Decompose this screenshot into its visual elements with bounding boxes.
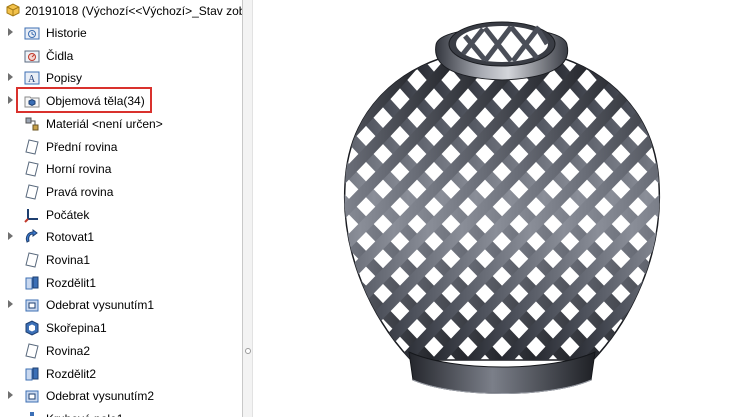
tree-item-label: Odebrat vysunutím2 bbox=[46, 389, 154, 403]
plane-icon bbox=[24, 252, 40, 268]
graphics-area[interactable] bbox=[253, 0, 750, 417]
tree-item-label: Rozdělit1 bbox=[46, 276, 96, 290]
tree-item[interactable]: Skořepina1 bbox=[0, 317, 242, 339]
tree-item-label: Přední rovina bbox=[46, 140, 117, 154]
tree-item-label: Skořepina1 bbox=[46, 321, 107, 335]
highlight-box bbox=[16, 87, 152, 113]
revolve-icon bbox=[24, 229, 40, 245]
tree-item-label: Rozdělit2 bbox=[46, 367, 96, 381]
plane-icon bbox=[24, 343, 40, 359]
plane-icon bbox=[24, 139, 40, 155]
expand-arrow-icon[interactable] bbox=[8, 232, 13, 240]
vase-model[interactable] bbox=[253, 0, 750, 417]
tree-item-label: Horní rovina bbox=[46, 162, 111, 176]
history-folder-icon bbox=[24, 25, 40, 41]
tree-root-part[interactable]: 20191018 (Výchozí<<Výchozí>_Stav zob bbox=[0, 0, 242, 22]
tree-item[interactable]: Přední rovina bbox=[0, 136, 242, 158]
tree-item[interactable]: Rozdělit1 bbox=[0, 272, 242, 294]
tree-item[interactable]: Rovina2 bbox=[0, 340, 242, 362]
expand-arrow-icon[interactable] bbox=[8, 96, 13, 104]
tree-item[interactable]: Rotovat1 bbox=[0, 226, 242, 248]
tree-item-label: Počátek bbox=[46, 208, 89, 222]
lattice-strip bbox=[253, 40, 346, 380]
tree-item[interactable]: Horní rovina bbox=[0, 158, 242, 180]
expand-arrow-icon[interactable] bbox=[8, 300, 13, 308]
tree-item-label: Popisy bbox=[46, 71, 82, 85]
tree-root-label: 20191018 (Výchozí<<Výchozí>_Stav zob bbox=[25, 4, 242, 18]
tree-item-label: Rovina1 bbox=[46, 253, 90, 267]
tree-item[interactable]: Rovina1 bbox=[0, 249, 242, 271]
lattice-strip bbox=[658, 40, 750, 380]
circular-pattern-icon bbox=[24, 411, 40, 417]
material-icon bbox=[24, 116, 40, 132]
tree-item[interactable]: Odebrat vysunutím1 bbox=[0, 294, 242, 316]
feature-manager-tree: 20191018 (Výchozí<<Výchozí>_Stav zob His… bbox=[0, 0, 242, 417]
tree-item[interactable]: Čidla bbox=[0, 45, 242, 67]
splitter-grip-icon[interactable] bbox=[245, 348, 251, 354]
plane-icon bbox=[24, 184, 40, 200]
shell-icon bbox=[24, 320, 40, 336]
split-icon bbox=[24, 366, 40, 382]
expand-arrow-icon[interactable] bbox=[8, 391, 13, 399]
split-icon bbox=[24, 275, 40, 291]
tree-item[interactable]: Kruhové pole1 bbox=[0, 408, 242, 417]
tree-item-label: Pravá rovina bbox=[46, 185, 113, 199]
tree-item[interactable]: Historie bbox=[0, 22, 242, 44]
panel-splitter[interactable] bbox=[242, 0, 253, 417]
tree-item[interactable]: Materiál <není určen> bbox=[0, 113, 242, 135]
tree-item-label: Rotovat1 bbox=[46, 230, 94, 244]
plane-icon bbox=[24, 161, 40, 177]
part-icon bbox=[5, 2, 21, 18]
annotations-icon: A bbox=[24, 70, 40, 86]
tree-item-label: Kruhové pole1 bbox=[46, 412, 123, 417]
tree-item-label: Historie bbox=[46, 26, 87, 40]
expand-arrow-icon[interactable] bbox=[8, 73, 13, 81]
tree-item-label: Čidla bbox=[46, 49, 73, 63]
svg-text:A: A bbox=[28, 74, 36, 85]
tree-item[interactable]: Pravá rovina bbox=[0, 181, 242, 203]
tree-item-label: Materiál <není určen> bbox=[46, 117, 163, 131]
tree-item[interactable]: Počátek bbox=[0, 204, 242, 226]
tree-item[interactable]: Rozdělit2 bbox=[0, 363, 242, 385]
cut-extrude-icon bbox=[24, 388, 40, 404]
tree-item-label: Rovina2 bbox=[46, 344, 90, 358]
expand-arrow-icon[interactable] bbox=[8, 28, 13, 36]
origin-icon bbox=[24, 207, 40, 223]
tree-item-label: Odebrat vysunutím1 bbox=[46, 298, 154, 312]
cut-extrude-icon bbox=[24, 297, 40, 313]
sensors-icon bbox=[24, 48, 40, 64]
tree-item[interactable]: Odebrat vysunutím2 bbox=[0, 385, 242, 407]
